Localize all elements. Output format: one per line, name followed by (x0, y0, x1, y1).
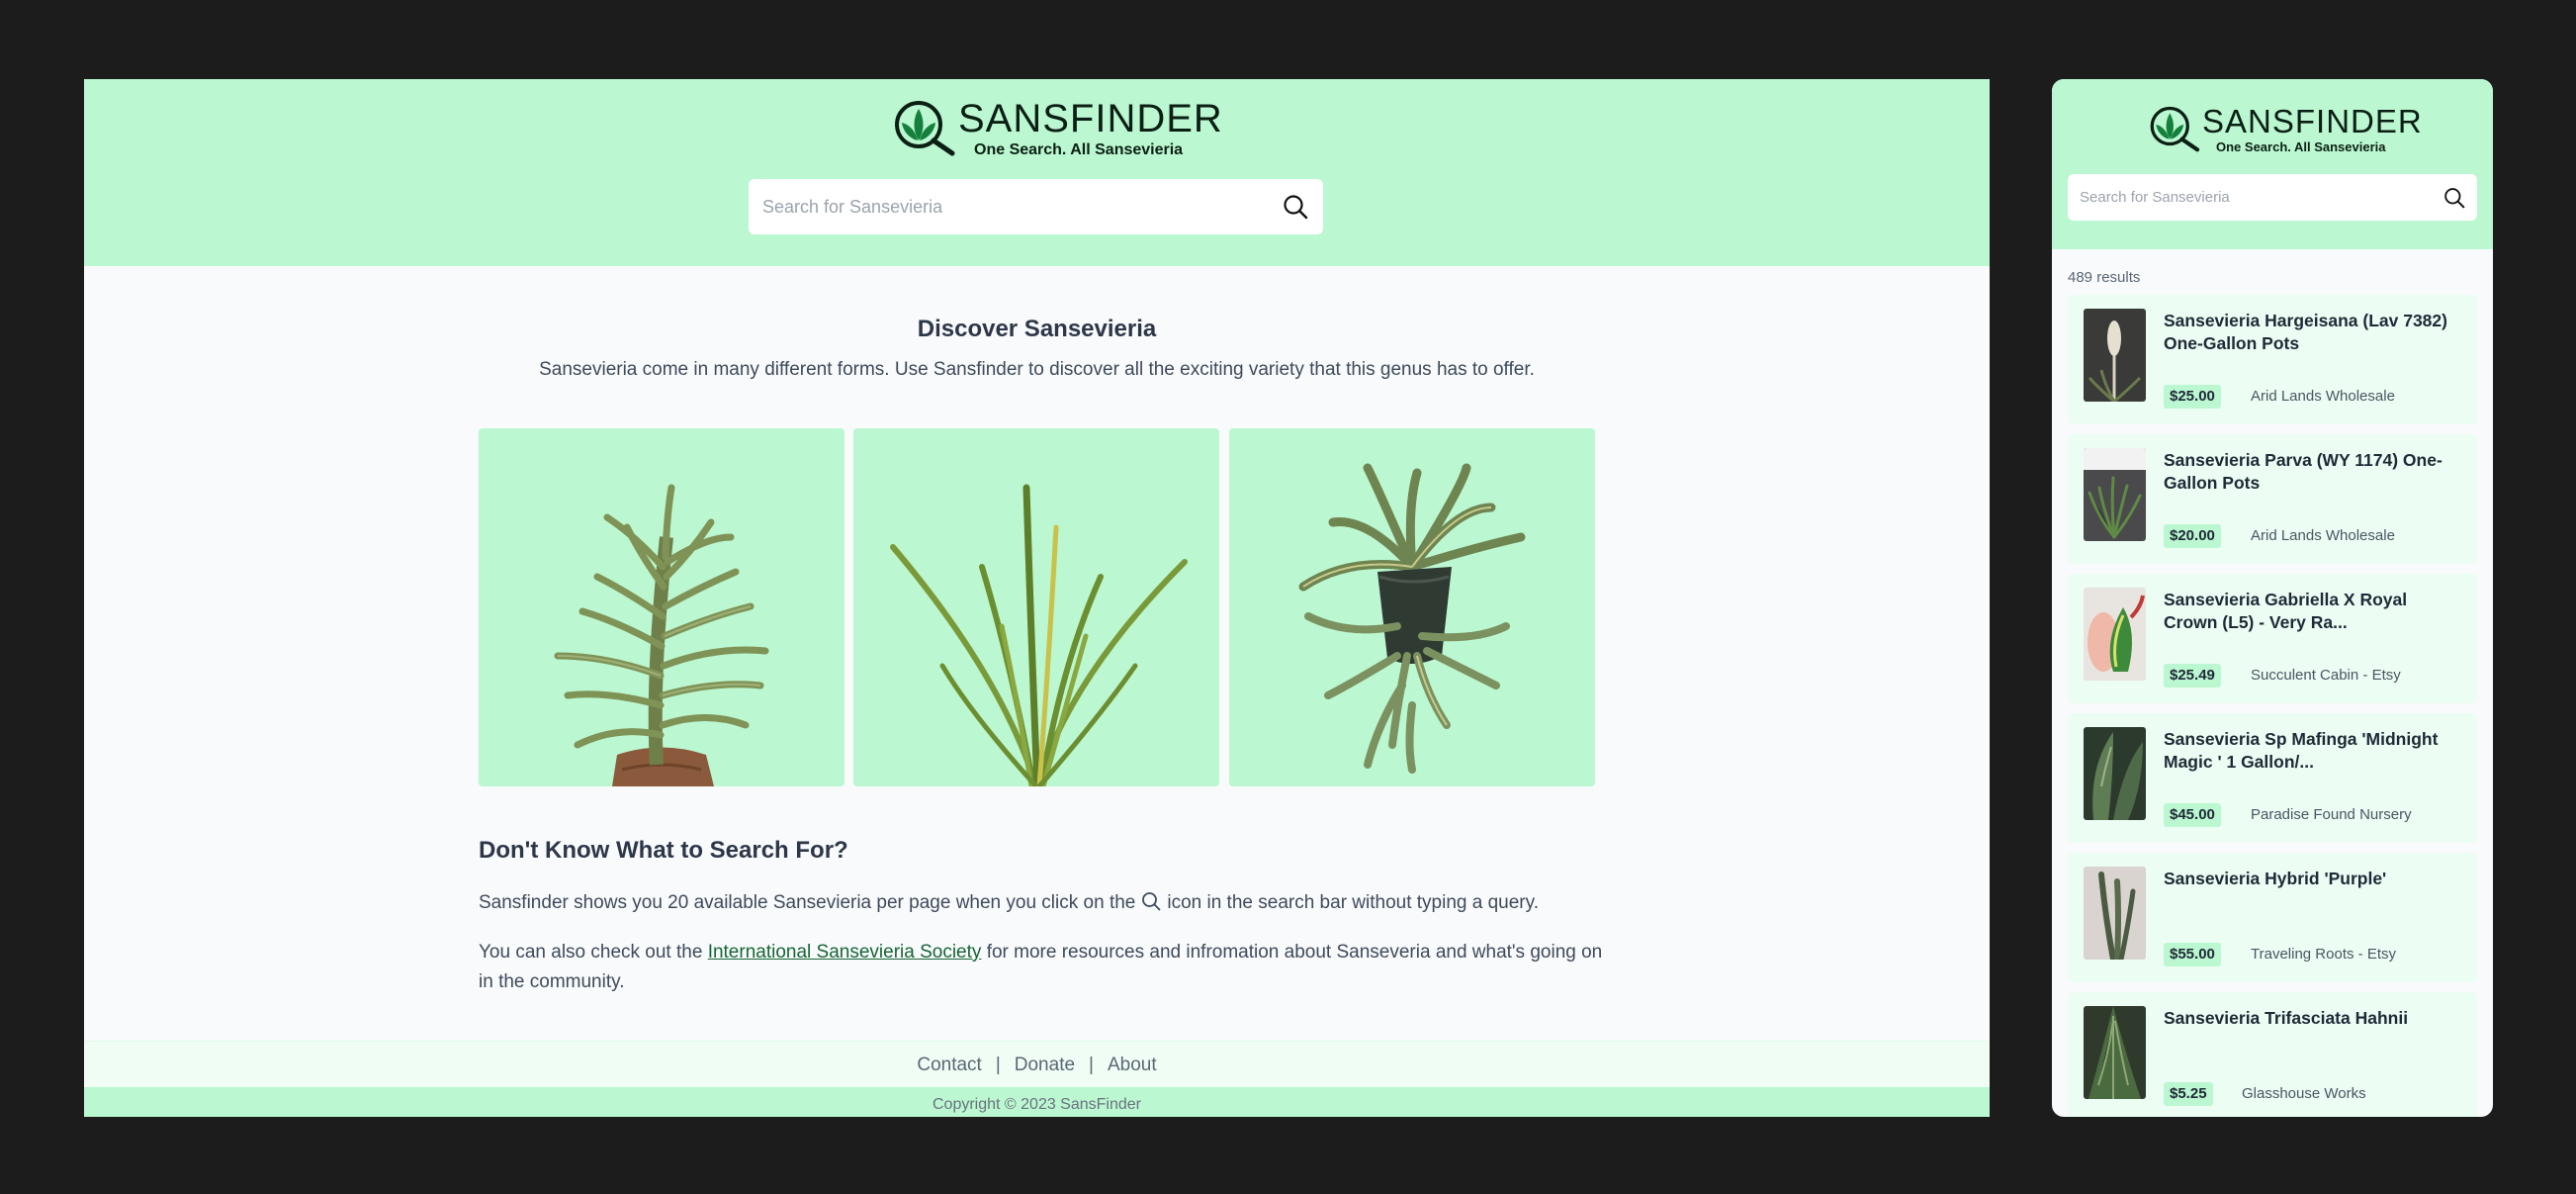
copyright: Copyright © 2023 SansFinder (84, 1087, 1990, 1117)
price-badge: $25.49 (2164, 664, 2221, 688)
product-title: Sansevieria Hargeisana (Lav 7382) One-Ga… (2164, 311, 2447, 353)
price-badge: $55.00 (2164, 943, 2221, 966)
product-title: Sansevieria Sp Mafinga 'Midnight Magic '… (2164, 729, 2439, 772)
search-icon (1284, 195, 1308, 220)
help-text: Sansfinder shows you 20 available Sansev… (479, 892, 1136, 913)
price-badge: $5.25 (2164, 1082, 2213, 1106)
result-card[interactable]: Sansevieria Hargeisana (Lav 7382) One-Ga… (2068, 295, 2477, 424)
help-paragraph-1: Sansfinder shows you 20 available Sansev… (479, 888, 1606, 918)
result-card[interactable]: Sansevieria Trifasciata Hahnii $5.25 Gla… (2068, 992, 2477, 1117)
product-thumbnail (2084, 309, 2146, 402)
footer-separator: | (1089, 1054, 1094, 1075)
search-bar (749, 179, 1323, 234)
product-thumbnail (2084, 588, 2146, 681)
logo-tagline: One Search. All Sansevieria (974, 141, 1184, 158)
logo-title: SANSFINDER (958, 97, 1223, 140)
seller-name: Arid Lands Wholesale (2251, 388, 2395, 405)
search-button[interactable] (1268, 179, 1323, 234)
product-thumbnail (2084, 1006, 2146, 1099)
footer-separator: | (995, 1054, 1001, 1075)
seller-name: Glasshouse Works (2242, 1085, 2366, 1102)
logo[interactable]: SANSFINDER One Search. All Sansevieria (893, 99, 1223, 159)
product-title: Sansevieria Parva (WY 1174) One-Gallon P… (2164, 450, 2443, 493)
seller-name: Arid Lands Wholesale (2251, 527, 2395, 544)
logo-title: SANSFINDER (2202, 103, 2423, 139)
footer-link-contact[interactable]: Contact (917, 1055, 981, 1076)
logo[interactable]: SANSFINDER One Search. All Sansevieria (2149, 105, 2423, 154)
section-title: Don't Know What to Search For? (479, 837, 848, 864)
product-thumbnail (2084, 867, 2146, 960)
plant-image-2 (853, 428, 1219, 786)
product-title: Sansevieria Gabriella X Royal Crown (L5)… (2164, 590, 2408, 632)
price-badge: $25.00 (2164, 385, 2221, 409)
result-card[interactable]: Sansevieria Hybrid 'Purple' $55.00 Trave… (2068, 853, 2477, 982)
search-input[interactable] (2068, 188, 2432, 207)
footer-nav: Contact | Donate | About (84, 1041, 1990, 1088)
plant-image-1 (479, 428, 844, 786)
product-title: Sansevieria Hybrid 'Purple' (2164, 869, 2387, 888)
help-text: icon in the search bar without typing a … (1167, 892, 1539, 913)
desktop-view: SANSFINDER One Search. All Sansevieria D… (84, 79, 1990, 1117)
footer-link-donate[interactable]: Donate (1015, 1055, 1075, 1076)
magnifier-leaf-icon (895, 101, 955, 156)
help-paragraph-2: You can also check out the International… (479, 938, 1606, 997)
help-text: You can also check out the (479, 942, 703, 963)
product-thumbnail (2084, 448, 2146, 541)
result-card[interactable]: Sansevieria Gabriella X Royal Crown (L5)… (2068, 574, 2477, 703)
product-title: Sansevieria Trifasciata Hahnii (2164, 1008, 2409, 1028)
seller-name: Paradise Found Nursery (2251, 806, 2412, 823)
seller-name: Traveling Roots - Etsy (2251, 946, 2396, 963)
society-link[interactable]: International Sansevieria Society (708, 942, 982, 963)
discover-subtitle: Sansevieria come in many different forms… (539, 359, 1535, 380)
search-button[interactable] (2432, 174, 2477, 221)
mobile-view: SANSFINDER One Search. All Sansevieria 4… (2052, 79, 2493, 1117)
result-card[interactable]: Sansevieria Sp Mafinga 'Midnight Magic '… (2068, 713, 2477, 843)
footer-link-about[interactable]: About (1108, 1055, 1157, 1076)
price-badge: $45.00 (2164, 803, 2221, 827)
product-thumbnail (2084, 727, 2146, 820)
mobile-header: SANSFINDER One Search. All Sansevieria (2052, 79, 2493, 249)
search-input[interactable] (749, 195, 1268, 219)
logo-tagline: One Search. All Sansevieria (2216, 139, 2386, 154)
magnifier-leaf-icon (2150, 106, 2200, 152)
seller-name: Succulent Cabin - Etsy (2251, 667, 2401, 684)
results-count: 489 results (2068, 269, 2141, 286)
header: SANSFINDER One Search. All Sansevieria (84, 79, 1990, 266)
price-badge: $20.00 (2164, 524, 2221, 548)
result-card[interactable]: Sansevieria Parva (WY 1174) One-Gallon P… (2068, 434, 2477, 564)
search-icon (2444, 187, 2465, 208)
plant-image-3 (1229, 428, 1595, 786)
search-icon (1142, 892, 1161, 911)
results-list: Sansevieria Hargeisana (Lav 7382) One-Ga… (2068, 295, 2477, 1117)
search-bar (2068, 174, 2477, 221)
discover-title: Discover Sansevieria (917, 316, 1157, 342)
